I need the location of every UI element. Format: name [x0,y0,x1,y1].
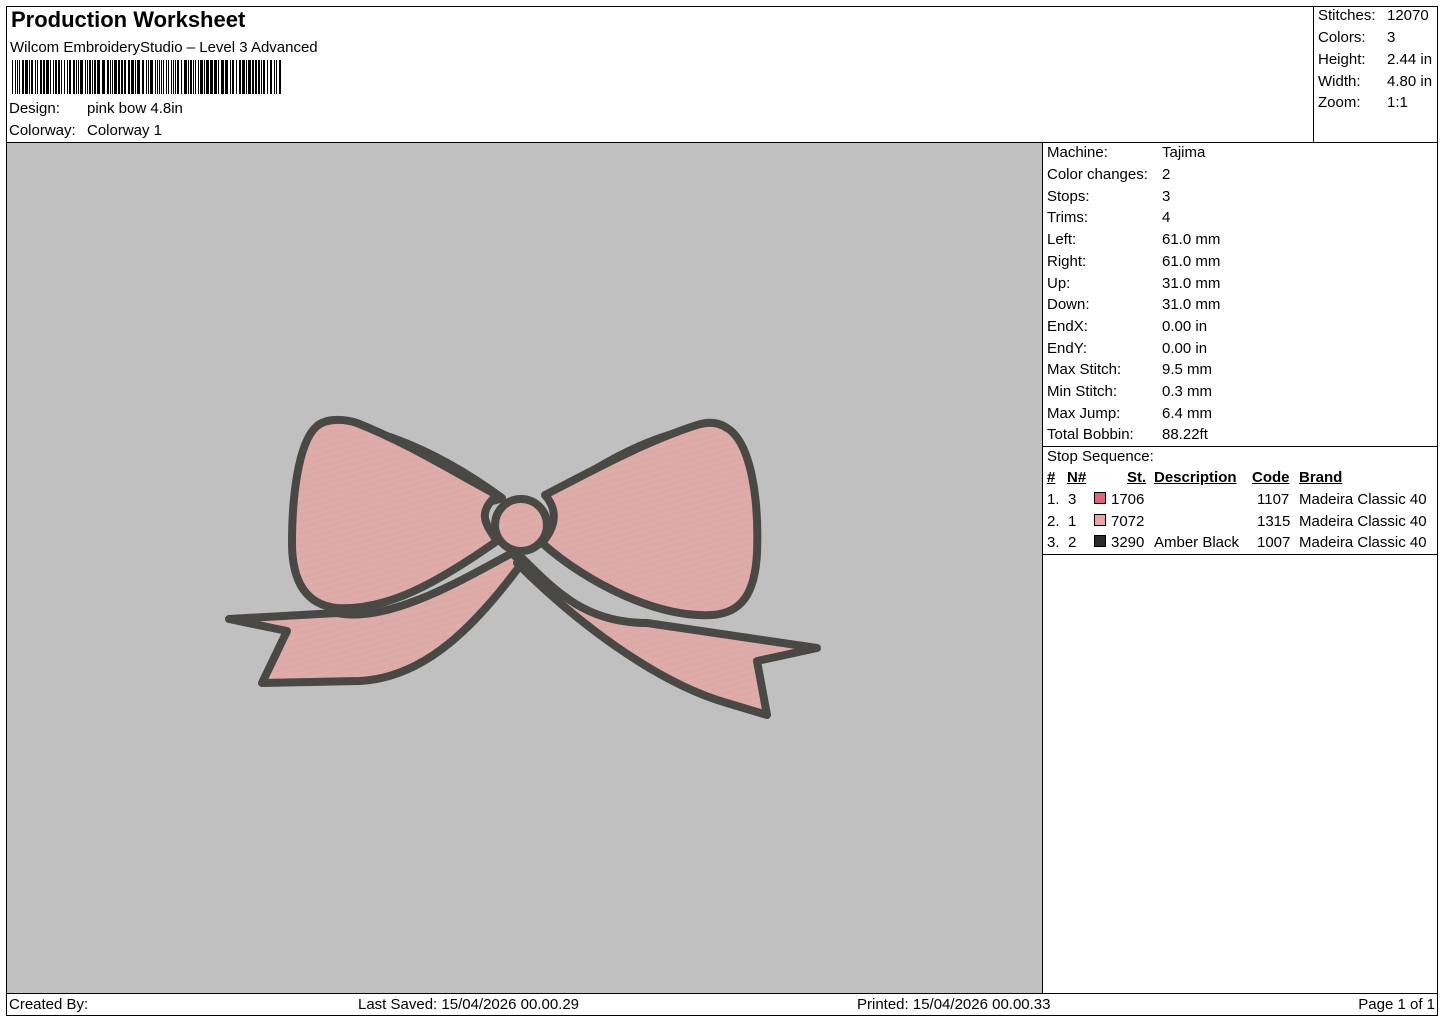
last-saved: Last Saved: 15/04/2026 00.00.29 [358,996,580,1013]
machine-info-panel: Machine: Tajima Color changes: 2 Stops: 3 T… [1042,143,1438,993]
prop-max-jump: Max Jump: 6.4 mm [1047,405,1213,422]
prop-endx: EndX: 0.00 in [1047,318,1208,335]
color-swatch [1094,535,1106,547]
prop-color-changes: Color changes: 2 [1047,166,1171,183]
design-label: Design: [9,100,60,117]
table-row-1-stitches: 1706 [1111,491,1145,508]
table-row-3-brand: Madeira Classic 40 [1299,534,1427,551]
prop-stops: Stops: 3 [1047,188,1171,205]
colorway-row: Colorway: Colorway 1 [9,122,162,139]
software-name: Wilcom EmbroideryStudio – Level 3 Advanc… [10,39,318,56]
prop-down: Down: 31.0 mm [1047,296,1221,313]
prop-trims: Trims: 4 [1047,209,1171,226]
col-header-stitches: St. [1127,469,1147,486]
design-name: pink bow 4.8in [87,100,183,117]
prop-right: Right: 61.0 mm [1047,253,1221,270]
table-row-1-needle: 3 [1068,491,1077,508]
stat-colors: Colors: 3 [1318,29,1396,46]
table-row-3-needle: 2 [1068,534,1077,551]
stop-sequence-title: Stop Sequence: [1047,448,1154,465]
bow-knot [491,495,551,555]
design-stats: Stitches: 12070 Colors: 3 Height: 2.44 in W… [1314,6,1438,143]
bow-design [225,415,821,719]
table-row-2-index: 2. [1047,513,1060,530]
table-bottom-divider [1043,554,1438,555]
barcode [12,60,281,94]
panel-divider [1043,446,1438,447]
col-header-code: Code [1252,469,1290,486]
colorway-label: Colorway: [9,122,76,139]
created-by: Created By: [9,996,89,1013]
prop-up: Up: 31.0 mm [1047,275,1221,292]
table-row-3-code: 1007 [1257,534,1291,551]
stat-stitches: Stitches: 12070 [1318,7,1429,24]
color-swatch [1094,514,1106,526]
table-row-1-index: 1. [1047,491,1060,508]
prop-endy: EndY: 0.00 in [1047,340,1208,357]
prop-max-stitch: Max Stitch: 9.5 mm [1047,361,1213,378]
page-title: Production Worksheet [11,7,246,32]
col-header-brand: Brand [1299,469,1343,486]
worksheet-footer: Created By: Last Saved: 15/04/2026 00.00… [6,993,1438,1016]
colorway-name: Colorway 1 [87,122,163,139]
design-row: Design: pink bow 4.8in [9,100,183,117]
stat-height: Height: 2.44 in [1318,51,1433,68]
col-header-needle: N# [1067,469,1087,486]
table-row-1-code: 1107 [1257,491,1290,508]
table-row-2-needle: 1 [1068,513,1077,530]
prop-left: Left: 61.0 mm [1047,231,1221,248]
prop-min-stitch: Min Stitch: 0.3 mm [1047,383,1213,400]
color-swatch [1094,492,1106,504]
table-row-2-stitches: 7072 [1111,513,1145,530]
worksheet-header: Production Worksheet Wilcom EmbroiderySt… [6,6,1314,143]
prop-total-bobbin: Total Bobbin: 88.22ft [1047,426,1208,443]
bow-right-loop [538,418,762,620]
stat-width: Width: 4.80 in [1318,73,1433,90]
table-row-3-stitches: 3290 [1111,534,1145,551]
table-row-3-description: Amber Black [1154,534,1240,551]
table-row-2-code: 1315 [1257,513,1291,530]
table-row-1-brand: Madeira Classic 40 [1299,491,1427,508]
printed-date: Printed: 15/04/2026 00.00.33 [857,996,1051,1013]
table-row-2-brand: Madeira Classic 40 [1299,513,1427,530]
design-preview [7,143,1042,993]
table-row-3-index: 3. [1047,534,1060,551]
stat-zoom: Zoom: 1:1 [1318,94,1408,111]
page-number: Page 1 of 1 [1358,996,1435,1013]
col-header-index: # [1047,469,1056,486]
prop-machine: Machine: Tajima [1047,144,1206,161]
col-header-description: Description [1154,469,1237,486]
